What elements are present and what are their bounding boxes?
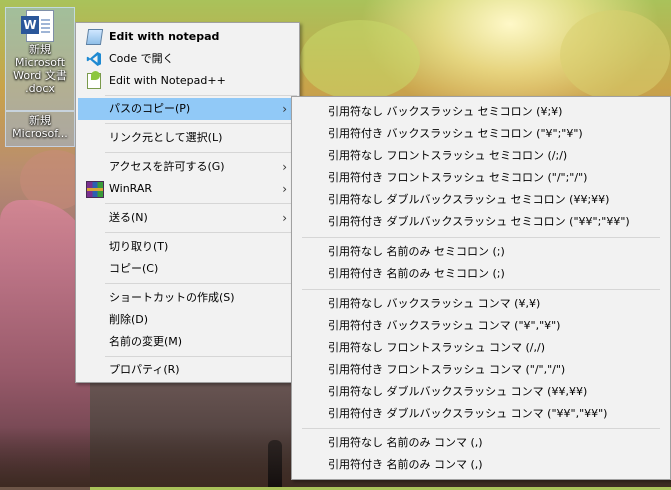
submenu-item[interactable]: 引用符付き バックスラッシュ セミコロン ("¥";"¥")	[294, 123, 668, 145]
submenu-item[interactable]: 引用符なし バックスラッシュ セミコロン (¥;¥)	[294, 101, 668, 123]
menu-item-copy[interactable]: コピー(C)	[78, 258, 297, 280]
submenu-item[interactable]: 引用符付き 名前のみ コンマ (,)	[294, 454, 668, 476]
menu-separator	[105, 356, 297, 357]
menu-item-create-shortcut[interactable]: ショートカットの作成(S)	[78, 287, 297, 309]
submenu-item[interactable]: 引用符付き バックスラッシュ コンマ ("¥","¥")	[294, 315, 668, 337]
menu-separator	[105, 152, 297, 153]
menu-separator	[302, 289, 660, 290]
menu-separator	[105, 203, 297, 204]
menu-separator	[105, 283, 297, 284]
menu-item-edit-with-notepadpp[interactable]: Edit with Notepad++	[78, 70, 297, 92]
menu-separator	[302, 428, 660, 429]
word-icon: W	[21, 10, 54, 42]
menu-item-give-access[interactable]: アクセスを許可する(G) ›	[78, 156, 297, 178]
submenu-item[interactable]: 引用符なし フロントスラッシュ コンマ (/,/)	[294, 337, 668, 359]
submenu-item[interactable]: 引用符付き フロントスラッシュ コンマ ("/","/")	[294, 359, 668, 381]
menu-item-winrar[interactable]: WinRAR ›	[78, 178, 297, 200]
desktop-icon-word-doc-2[interactable]: 新規 Microsof...	[5, 111, 75, 147]
menu-item-copy-path[interactable]: パスのコピー(P) ›	[78, 98, 297, 120]
menu-separator	[105, 95, 297, 96]
submenu-item[interactable]: 引用符なし バックスラッシュ コンマ (¥,¥)	[294, 293, 668, 315]
desktop-icon-label: 新規 Microsof...	[12, 114, 68, 140]
notepad-icon	[85, 29, 104, 45]
menu-item-cut[interactable]: 切り取り(T)	[78, 236, 297, 258]
winrar-icon	[86, 181, 104, 198]
lamp-post	[268, 440, 282, 487]
copy-path-submenu: 引用符なし バックスラッシュ セミコロン (¥;¥) 引用符付き バックスラッシ…	[291, 96, 671, 480]
desktop-icon-word-doc[interactable]: W 新規 Microsoft Word 文書 .docx	[5, 7, 75, 111]
submenu-item[interactable]: 引用符付き ダブルバックスラッシュ コンマ ("¥¥","¥¥")	[294, 403, 668, 425]
menu-separator	[105, 123, 297, 124]
submenu-item[interactable]: 引用符なし ダブルバックスラッシュ コンマ (¥¥,¥¥)	[294, 381, 668, 403]
menu-item-select-as-link-source[interactable]: リンク元として選択(L)	[78, 127, 297, 149]
chevron-right-icon: ›	[282, 160, 287, 174]
submenu-item[interactable]: 引用符付き 名前のみ セミコロン (;)	[294, 263, 668, 285]
chevron-right-icon: ›	[282, 211, 287, 225]
chevron-right-icon: ›	[282, 102, 287, 116]
menu-item-rename[interactable]: 名前の変更(M)	[78, 331, 297, 353]
menu-separator	[302, 237, 660, 238]
menu-item-send-to[interactable]: 送る(N) ›	[78, 207, 297, 229]
submenu-item[interactable]: 引用符付き フロントスラッシュ セミコロン ("/";"/")	[294, 167, 668, 189]
submenu-item[interactable]: 引用符付き ダブルバックスラッシュ セミコロン ("¥¥";"¥¥")	[294, 211, 668, 233]
menu-item-edit-with-notepad[interactable]: Edit with notepad	[78, 26, 297, 48]
submenu-item[interactable]: 引用符なし フロントスラッシュ セミコロン (/;/)	[294, 145, 668, 167]
context-menu: Edit with notepad Code で開く Edit with Not…	[75, 22, 300, 383]
chevron-right-icon: ›	[282, 182, 287, 196]
desktop-icon-label: 新規 Microsoft Word 文書 .docx	[13, 43, 67, 95]
menu-item-delete[interactable]: 削除(D)	[78, 309, 297, 331]
menu-item-properties[interactable]: プロパティ(R)	[78, 359, 297, 381]
menu-item-open-with-code[interactable]: Code で開く	[78, 48, 297, 70]
vscode-icon	[86, 52, 101, 66]
submenu-item[interactable]: 引用符なし 名前のみ コンマ (,)	[294, 432, 668, 454]
submenu-item[interactable]: 引用符なし 名前のみ セミコロン (;)	[294, 241, 668, 263]
notepadpp-icon	[87, 71, 101, 89]
menu-separator	[105, 232, 297, 233]
submenu-item[interactable]: 引用符なし ダブルバックスラッシュ セミコロン (¥¥;¥¥)	[294, 189, 668, 211]
